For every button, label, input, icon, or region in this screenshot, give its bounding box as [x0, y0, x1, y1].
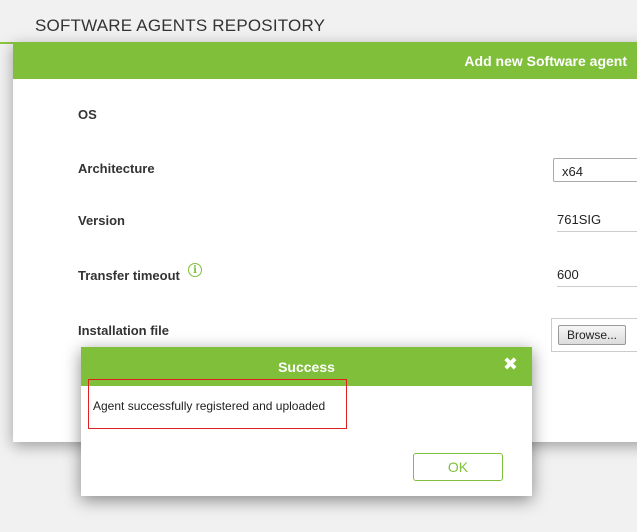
header-rule — [0, 42, 14, 44]
browse-button[interactable]: Browse... — [558, 325, 627, 345]
os-label: OS — [78, 107, 97, 122]
architecture-label: Architecture — [78, 161, 155, 176]
version-field[interactable]: 761SIG — [557, 208, 637, 232]
version-label: Version — [78, 213, 125, 228]
file-input: Browse... — [551, 318, 637, 352]
close-icon[interactable]: ✖ — [503, 355, 518, 373]
modal-header: Add new Software agent — [13, 42, 637, 79]
ok-button[interactable]: OK — [413, 453, 503, 481]
page-title: SOFTWARE AGENTS REPOSITORY — [35, 16, 326, 35]
modal-title: Add new Software agent — [464, 52, 627, 69]
success-dialog: Success ✖ Agent successfully registered … — [81, 347, 532, 496]
success-title: Success — [278, 358, 335, 375]
installation-file-label: Installation file — [78, 323, 170, 338]
success-message: Agent successfully registered and upload… — [88, 379, 347, 429]
transfer-timeout-label: Transfer timeout — [78, 268, 180, 283]
transfer-timeout-field[interactable]: 600 — [557, 263, 637, 287]
architecture-select[interactable]: x64 — [553, 158, 637, 182]
info-icon[interactable]: i — [188, 263, 202, 277]
